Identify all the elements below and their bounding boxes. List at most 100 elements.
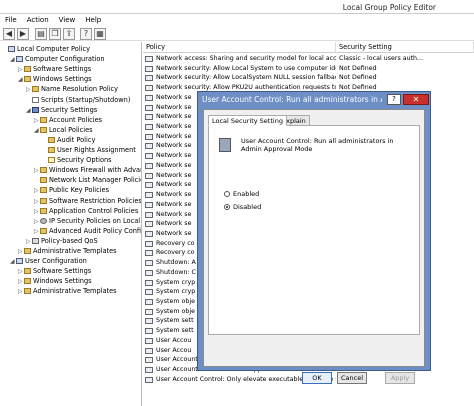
policy-icon xyxy=(145,308,153,315)
copy-icon[interactable]: ❐ xyxy=(49,28,61,40)
tree-node-label: Name Resolution Policy xyxy=(41,85,119,94)
tree-node[interactable]: Security Options xyxy=(42,155,112,165)
folder-icon xyxy=(48,136,55,143)
app-window: Local Group Policy Editor File Action View… xyxy=(0,0,474,406)
policy-name: Network access: Sharing and security mod… xyxy=(156,55,336,62)
help-icon[interactable]: ? xyxy=(80,28,92,40)
policy-icon xyxy=(145,269,153,276)
help-button[interactable]: ? xyxy=(387,94,401,105)
ok-button[interactable]: OK xyxy=(302,372,332,384)
sel-icon xyxy=(48,157,55,164)
policy-icon xyxy=(145,192,153,199)
pc-icon xyxy=(8,46,15,52)
policy-icon xyxy=(145,182,153,189)
gear-icon xyxy=(40,217,47,224)
folder-icon xyxy=(24,288,31,295)
tree-node[interactable]: Network List Manager Policies xyxy=(34,175,141,185)
tree-node[interactable]: ▷ Software Settings xyxy=(18,266,91,276)
tree-node[interactable]: Local Computer Policy xyxy=(2,44,90,54)
tree-node[interactable]: Scripts (Startup/Shutdown) xyxy=(26,95,130,105)
tab-local-security-setting[interactable]: Local Security Setting xyxy=(208,115,287,126)
policy-icon xyxy=(145,114,153,121)
tree-node[interactable]: ◢ Computer Configuration xyxy=(10,54,105,64)
enabled-radio[interactable]: Enabled xyxy=(224,190,374,200)
tree-node-label: Windows Settings xyxy=(33,277,92,286)
tree-node[interactable]: ▷ IP Security Policies on Local C xyxy=(34,216,141,226)
folder-icon xyxy=(40,227,47,234)
tree-node-label: Security Options xyxy=(57,156,112,165)
menu-action[interactable]: Action xyxy=(22,14,54,26)
console-tree[interactable]: Local Computer Policy ◢ Computer Configura… xyxy=(0,42,142,406)
cancel-button[interactable]: Cancel xyxy=(337,372,367,384)
tree-node[interactable]: ◢ Windows Settings xyxy=(18,74,92,84)
back-icon[interactable]: ◀ xyxy=(3,28,15,40)
tree-node[interactable]: ▷ Name Resolution Policy xyxy=(26,84,118,94)
table-row[interactable]: Network access: Sharing and security mod… xyxy=(143,54,474,64)
properties-icon[interactable]: ▦ xyxy=(94,28,106,40)
tree-node[interactable]: ▷ Policy-based QoS xyxy=(26,236,98,246)
policy-icon xyxy=(145,318,153,325)
enabled-radio-circle[interactable] xyxy=(224,191,230,197)
policy-icon xyxy=(145,211,153,218)
toolbar: ◀ ▶ ▤ ❐ ⇪ ? ▦ xyxy=(0,27,474,41)
tree-node-label: Computer Configuration xyxy=(25,55,105,64)
column-header-setting[interactable]: Security Setting xyxy=(336,42,474,53)
tree-node[interactable]: User Rights Assignment xyxy=(42,145,136,155)
tree-node-label: User Configuration xyxy=(25,257,87,266)
disabled-radio-circle[interactable] xyxy=(224,204,230,210)
tree-node-label: Policy-based QoS xyxy=(41,236,98,245)
column-header-policy[interactable]: Policy xyxy=(143,42,336,53)
tree-node[interactable]: ▷ Windows Firewall with Advanc xyxy=(34,165,141,175)
window-title: Local Group Policy Editor xyxy=(342,3,436,12)
policy-icon xyxy=(145,75,153,82)
policy-icon xyxy=(145,124,153,131)
policy-name: Network security: Allow Local System to … xyxy=(156,64,336,72)
tree-node-label: Local Computer Policy xyxy=(17,45,91,53)
doc-icon xyxy=(32,96,39,103)
tree-node[interactable]: ▷ Application Control Policies xyxy=(34,206,138,216)
tree-node[interactable]: ◢ User Configuration xyxy=(10,256,87,266)
folder-icon xyxy=(40,177,47,184)
disabled-radio[interactable]: Disabled xyxy=(224,203,374,213)
export-icon[interactable]: ⇪ xyxy=(63,28,75,40)
folder-icon xyxy=(40,116,47,123)
menu-help[interactable]: Help xyxy=(80,14,106,26)
menu-file[interactable]: File xyxy=(0,14,22,26)
policy-icon xyxy=(145,250,153,257)
tree-node[interactable]: Audit Policy xyxy=(42,135,95,145)
title-bar: Local Group Policy Editor xyxy=(0,0,474,14)
forward-icon[interactable]: ▶ xyxy=(17,28,29,40)
menu-view[interactable]: View xyxy=(54,14,81,26)
tree-node[interactable]: ◢ Security Settings xyxy=(26,105,97,115)
folder-icon xyxy=(32,86,39,93)
policy-icon xyxy=(145,230,153,237)
tree-node[interactable]: ▷ Software Restriction Policies xyxy=(34,196,141,206)
close-button[interactable]: ✕ xyxy=(403,94,429,105)
policy-icon xyxy=(145,260,153,267)
policy-icon xyxy=(145,221,153,228)
tree-node[interactable]: ◢ Local Policies xyxy=(34,125,93,135)
tree-node[interactable]: ▷ Account Policies xyxy=(34,115,102,125)
policy-icon xyxy=(145,162,153,169)
pol-icon xyxy=(32,237,39,244)
tree-node-label: Administrative Templates xyxy=(33,287,117,296)
tree-node-label: Audit Policy xyxy=(57,135,96,144)
folder-icon[interactable]: ▤ xyxy=(35,28,47,40)
folder-icon xyxy=(40,126,47,133)
policy-icon xyxy=(145,143,153,150)
tree-node-label: Application Control Policies xyxy=(49,206,139,215)
tree-node[interactable]: ▷ Public Key Policies xyxy=(34,185,109,195)
table-row[interactable]: Network security: Allow Local System to … xyxy=(143,64,474,74)
table-row[interactable]: Network security: Allow LocalSystem NULL… xyxy=(143,73,474,83)
tree-node[interactable]: ▷ Administrative Templates xyxy=(18,246,117,256)
dialog-body: Local Security Setting Explain User Acco… xyxy=(203,109,425,384)
policy-setting: Not Defined xyxy=(339,64,377,72)
apply-button[interactable]: Apply xyxy=(385,372,415,384)
tree-node[interactable]: ▷ Advanced Audit Policy Config xyxy=(34,226,141,236)
tree-node[interactable]: ▷ Administrative Templates xyxy=(18,286,117,296)
pc-icon xyxy=(16,258,23,265)
tree-node[interactable]: ▷ Windows Settings xyxy=(18,276,92,286)
tree-node[interactable]: ▷ Software Settings xyxy=(18,64,91,74)
tree-node-label: Security Settings xyxy=(41,105,98,114)
tree-node-label: Software Settings xyxy=(33,65,92,74)
